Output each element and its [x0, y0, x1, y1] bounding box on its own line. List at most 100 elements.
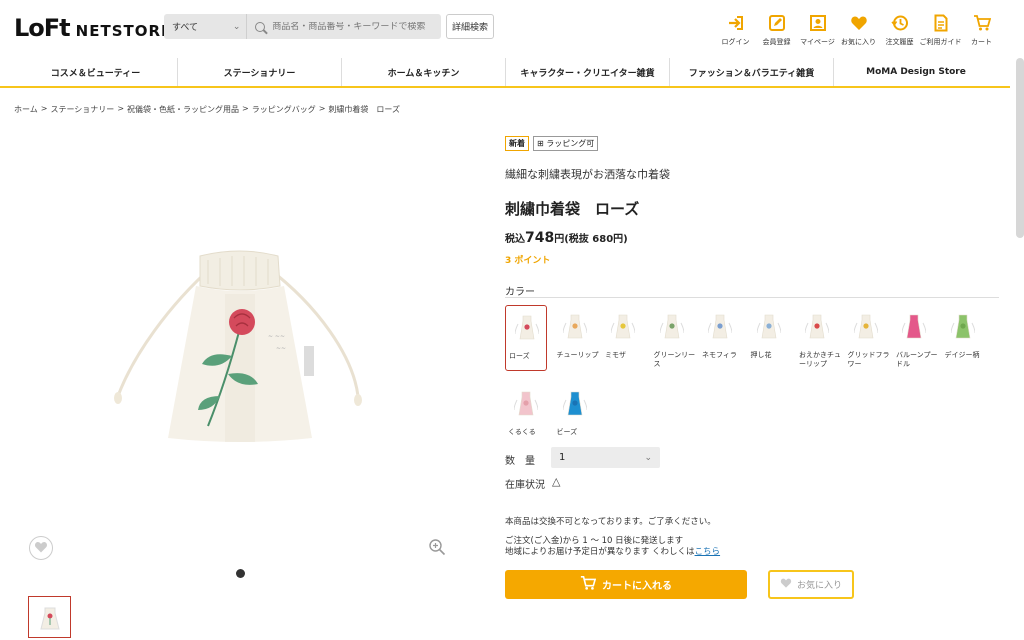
breadcrumb-item[interactable]: 祝儀袋・色紙・ラッピング用品 — [127, 104, 239, 115]
loft-logo[interactable]: LoFt NETSTORE — [14, 14, 172, 42]
price-prefix: 税込 — [505, 234, 525, 245]
zoom-icon[interactable] — [428, 538, 446, 556]
history-icon — [890, 14, 909, 32]
nav-item-stationery[interactable]: ステーショナリー — [178, 58, 342, 86]
quantity-select[interactable]: 1 ⌄ — [551, 447, 660, 468]
guide-icon — [932, 14, 950, 32]
color-swatch-image — [514, 391, 538, 416]
search-icon — [255, 21, 266, 32]
mypage-link[interactable]: マイページ — [797, 14, 838, 47]
favorites-label: お気に入り — [841, 38, 876, 46]
login-icon — [727, 14, 745, 32]
delivery-text: 地域によりお届け予定日が異なります くわしくは — [505, 547, 695, 557]
product-main-image[interactable]: ~ ~~ ~~ — [108, 246, 370, 446]
product-points: 3 ポイント — [505, 256, 551, 266]
heart-icon — [850, 14, 868, 32]
color-swatch-image — [950, 314, 975, 339]
nav-item-moma[interactable]: MoMA Design Store — [834, 58, 998, 86]
product-title: 刺繍巾着袋 ローズ — [505, 200, 640, 218]
divider — [505, 297, 999, 298]
search-category-label: すべて — [172, 23, 199, 33]
new-badge: 新着 — [505, 136, 529, 151]
guide-link[interactable]: ご利用ガイド — [919, 14, 962, 47]
color-swatch[interactable]: チューリップ — [554, 305, 599, 371]
color-swatch-image — [708, 314, 732, 339]
search-input[interactable] — [272, 21, 441, 32]
color-swatch-image — [853, 314, 878, 339]
favorites-link[interactable]: お気に入り — [838, 14, 879, 47]
breadcrumb-item[interactable]: ホーム — [14, 104, 38, 115]
logo-text: NETSTORE — [75, 22, 173, 40]
color-swatch-image — [562, 314, 587, 339]
order-history-link[interactable]: 注文履歴 — [879, 14, 920, 47]
gallery-thumbnail[interactable] — [28, 596, 71, 638]
login-link[interactable]: ログイン — [715, 14, 756, 47]
breadcrumb-item[interactable]: ラッピングバッグ — [252, 104, 316, 115]
nav-item-fashion[interactable]: ファッション＆バラエティ雑貨 — [670, 58, 834, 86]
color-swatch-image — [611, 314, 635, 339]
color-swatch[interactable]: ビーズ — [554, 382, 596, 448]
nav-item-character[interactable]: キャラクター・クリエイター雑貨 — [506, 58, 670, 86]
color-swatch-label: バルーンプードル — [896, 351, 938, 368]
color-swatch-label: デイジー柄 — [944, 351, 980, 359]
register-icon — [768, 14, 786, 32]
guide-label: ご利用ガイド — [919, 38, 962, 46]
add-to-cart-button[interactable]: カートに入れる — [505, 570, 747, 599]
search-bar: すべて ⌄ — [164, 14, 441, 39]
stock-status-icon: △ — [552, 475, 561, 488]
exchange-notice: 本商品は交換不可となっております。ご了承ください。 — [505, 517, 716, 527]
svg-text:~ ~~: ~ ~~ — [268, 333, 285, 340]
color-swatch-label: ネモフィラ — [702, 351, 737, 359]
color-swatch[interactable]: 押し花 — [748, 305, 790, 371]
price-suffix: 円(税抜 680円) — [554, 234, 628, 245]
color-swatch[interactable]: ミモザ — [602, 305, 644, 371]
color-label: カラー — [505, 287, 535, 298]
color-swatch[interactable]: ローズ — [505, 305, 547, 371]
site-header: LoFt NETSTORE すべて ⌄ 詳細検索 ログイン 会員登録 マ — [0, 0, 1024, 58]
breadcrumb-item[interactable]: ステーショナリー — [50, 104, 114, 115]
color-swatch-image — [515, 315, 539, 340]
advanced-search-button[interactable]: 詳細検索 — [446, 14, 494, 39]
color-swatch-image — [902, 314, 926, 339]
cart-link[interactable]: カート — [961, 14, 1002, 47]
cart-label: カート — [971, 38, 992, 46]
search-category-select[interactable]: すべて ⌄ — [164, 14, 248, 39]
breadcrumb-separator: > — [117, 104, 125, 113]
add-to-favorites-label: お気に入り — [796, 581, 842, 591]
page-scrollbar[interactable] — [1016, 58, 1024, 238]
color-swatch-label: 押し花 — [750, 351, 772, 359]
color-swatch[interactable]: グリッドフラワー — [845, 305, 890, 371]
color-swatch[interactable]: バルーンプードル — [893, 305, 937, 371]
mypage-icon — [809, 14, 827, 32]
breadcrumb-separator: > — [40, 104, 48, 113]
color-swatch-image — [562, 391, 587, 416]
add-to-cart-label: カートに入れる — [602, 581, 672, 592]
color-swatch[interactable]: くるくる — [505, 382, 547, 448]
heart-icon — [34, 540, 48, 557]
gallery-favorite-button[interactable] — [29, 536, 53, 560]
delivery-details-link[interactable]: こちら — [695, 547, 721, 557]
gift-icon: ⊞ — [537, 139, 544, 148]
color-swatch-image — [805, 314, 829, 339]
add-to-favorites-button[interactable]: お気に入り — [768, 570, 854, 599]
stock-label: 在庫状況 — [505, 480, 545, 491]
color-swatch-label: くるくる — [508, 428, 536, 436]
order-history-label: 注文履歴 — [885, 38, 914, 46]
nav-item-home-kitchen[interactable]: ホーム＆キッチン — [342, 58, 506, 86]
chevron-down-icon: ⌄ — [644, 452, 652, 463]
color-swatch[interactable]: デイジー柄 — [942, 305, 984, 371]
nav-item-cosme[interactable]: コスメ＆ビューティー — [14, 58, 178, 86]
breadcrumb-separator: > — [318, 104, 326, 113]
mypage-label: マイページ — [800, 38, 835, 46]
color-swatch[interactable]: グリーンリース — [651, 305, 695, 371]
gallery-pagination-dot[interactable] — [236, 569, 245, 578]
register-link[interactable]: 会員登録 — [756, 14, 797, 47]
chevron-down-icon: ⌄ — [232, 21, 241, 32]
color-swatch-image — [659, 314, 684, 339]
color-swatch[interactable]: ネモフィラ — [699, 305, 741, 371]
svg-text:~~: ~~ — [276, 345, 286, 352]
color-swatch[interactable]: おえかきチューリップ — [796, 305, 841, 371]
cart-icon — [973, 14, 991, 32]
quantity-label: 数 量 — [505, 456, 535, 467]
category-nav: コスメ＆ビューティー ステーショナリー ホーム＆キッチン キャラクター・クリエイ… — [0, 58, 1010, 88]
